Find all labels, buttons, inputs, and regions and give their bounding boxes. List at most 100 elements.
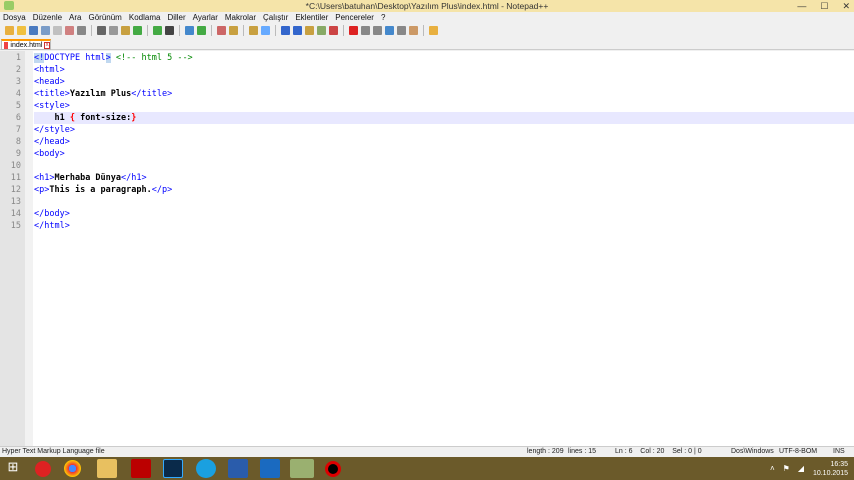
line-number: 4 [15,89,21,99]
chrome-icon[interactable] [64,460,81,477]
toolbar-button-icon[interactable] [385,26,394,35]
line-number: 10 [10,161,21,171]
start-button-windows-icon[interactable]: ⊞ [3,459,23,478]
line-number: 12 [10,185,21,195]
toolbar-button-icon[interactable] [197,26,206,35]
code-line: <h1>Merhaba Dünya</h1> [34,172,854,184]
code-token: DOCTYPE html [44,53,106,63]
toolbar-button-icon[interactable] [429,26,438,35]
skype-icon[interactable] [196,459,216,478]
toolbar-button-icon[interactable] [165,26,174,35]
close-button[interactable]: ✕ [842,0,850,12]
title-bar: *C:\Users\batuhan\Desktop\Yazılım Plus\i… [0,0,854,12]
tab-bar: index.html x [0,38,854,50]
code-token: </title> [131,89,173,99]
toolbar-button-icon[interactable] [29,26,38,35]
code-line: </head> [34,136,854,148]
toolbar-button-icon[interactable] [41,26,50,35]
notepad-plus-plus-taskbar-icon[interactable] [290,459,314,478]
editor[interactable]: 1 2 3 4 5 6 7 8 9 10 11 12 13 14 15 <!DOCTYPE html> <!… [0,51,854,446]
toolbar-button-icon[interactable] [133,26,142,35]
status-bar: Hyper Text Markup Language file length :… [0,446,854,457]
menu-item[interactable]: Düzenle [33,12,62,23]
menu-item[interactable]: Ayarlar [193,12,218,23]
toolbar-button-icon[interactable] [121,26,130,35]
toolbar-separator [343,25,344,36]
toolbar-button-icon[interactable] [229,26,238,35]
menu-item[interactable]: ? [381,12,385,23]
menu-item[interactable]: Ara [69,12,81,23]
close-tab-icon[interactable]: x [44,41,50,49]
toolbar-button-icon[interactable] [53,26,62,35]
code-line: <title>Yazılım Plus</title> [34,88,854,100]
toolbar-button-icon[interactable] [361,26,370,35]
photoshop-icon[interactable] [163,459,183,478]
clock[interactable]: 16:35 10.10.2015 [813,460,848,478]
toolbar-button-icon[interactable] [17,26,26,35]
toolbar-button-icon[interactable] [261,26,270,35]
tray-chevron-icon[interactable]: ˄ [770,464,775,473]
line-number: 13 [10,197,21,207]
code-token: <head> [34,77,65,87]
toolbar-button-icon[interactable] [153,26,162,35]
recorder-icon[interactable] [325,461,341,477]
toolbar-separator [91,25,92,36]
code-token: </style> [34,125,75,135]
file-explorer-icon[interactable] [97,459,117,478]
code-token: </html> [34,221,70,231]
menu-item[interactable]: Dosya [3,12,26,23]
toolbar-button-icon[interactable] [217,26,226,35]
line-number: 7 [15,125,21,135]
menu-item[interactable]: Eklentiler [295,12,328,23]
toolbar-button-icon[interactable] [109,26,118,35]
filezilla-icon[interactable] [131,459,151,478]
taskbar: ⊞ ˄ ⚑ ◢ 16:35 10.10.2015 [0,457,854,480]
word-icon[interactable] [228,459,248,478]
flag-icon[interactable]: ⚑ [783,464,790,473]
menu-item[interactable]: Pencereler [335,12,374,23]
opera-icon[interactable] [35,461,51,477]
toolbar-button-icon[interactable] [305,26,314,35]
toolbar-separator [211,25,212,36]
menu-item[interactable]: Kodlama [129,12,161,23]
toolbar-button-icon[interactable] [65,26,74,35]
window-title: *C:\Users\batuhan\Desktop\Yazılım Plus\i… [305,1,549,11]
menu-item[interactable]: Diller [167,12,185,23]
code-token: <h1> [34,173,55,183]
code-token: <html> [34,65,65,75]
file-icon [4,41,9,49]
toolbar-button-icon[interactable] [97,26,106,35]
toolbar-button-icon[interactable] [77,26,86,35]
toolbar-button-icon[interactable] [5,26,14,35]
line-number: 5 [15,101,21,111]
menu-item[interactable]: Çalıştır [263,12,288,23]
clock-date: 10.10.2015 [812,470,848,477]
status-mode: INS [833,448,845,455]
toolbar-button-icon[interactable] [373,26,382,35]
toolbar-button-icon[interactable] [185,26,194,35]
toolbar-button-icon[interactable] [281,26,290,35]
line-number: 9 [15,149,21,159]
network-icon[interactable]: ◢ [798,464,804,473]
menu-item[interactable]: Görünüm [89,12,122,23]
code-token: Merhaba Dünya [54,173,122,183]
code-token: <p> [34,185,50,195]
toolbar-button-icon[interactable] [349,26,358,35]
menu-item[interactable]: Makrolar [225,12,256,23]
toolbar-button-icon[interactable] [249,26,258,35]
line-number-gutter: 1 2 3 4 5 6 7 8 9 10 11 12 13 14 15 [0,51,25,446]
maximize-button[interactable]: ☐ [820,0,828,12]
line-number: 2 [15,65,21,75]
fold-margin[interactable] [25,51,33,446]
code-line: </style> [34,124,854,136]
toolbar-button-icon[interactable] [293,26,302,35]
minimize-button[interactable]: — [797,0,806,12]
toolbar-button-icon[interactable] [409,26,418,35]
toolbar-button-icon[interactable] [317,26,326,35]
outlook-icon[interactable] [260,459,280,478]
code-line: <!DOCTYPE html> <!-- html 5 --> [34,52,854,64]
code-area[interactable]: <!DOCTYPE html> <!-- html 5 --> <html> <he… [34,52,854,232]
tab-index-html[interactable]: index.html x [1,39,51,50]
toolbar-button-icon[interactable] [397,26,406,35]
toolbar-button-icon[interactable] [329,26,338,35]
